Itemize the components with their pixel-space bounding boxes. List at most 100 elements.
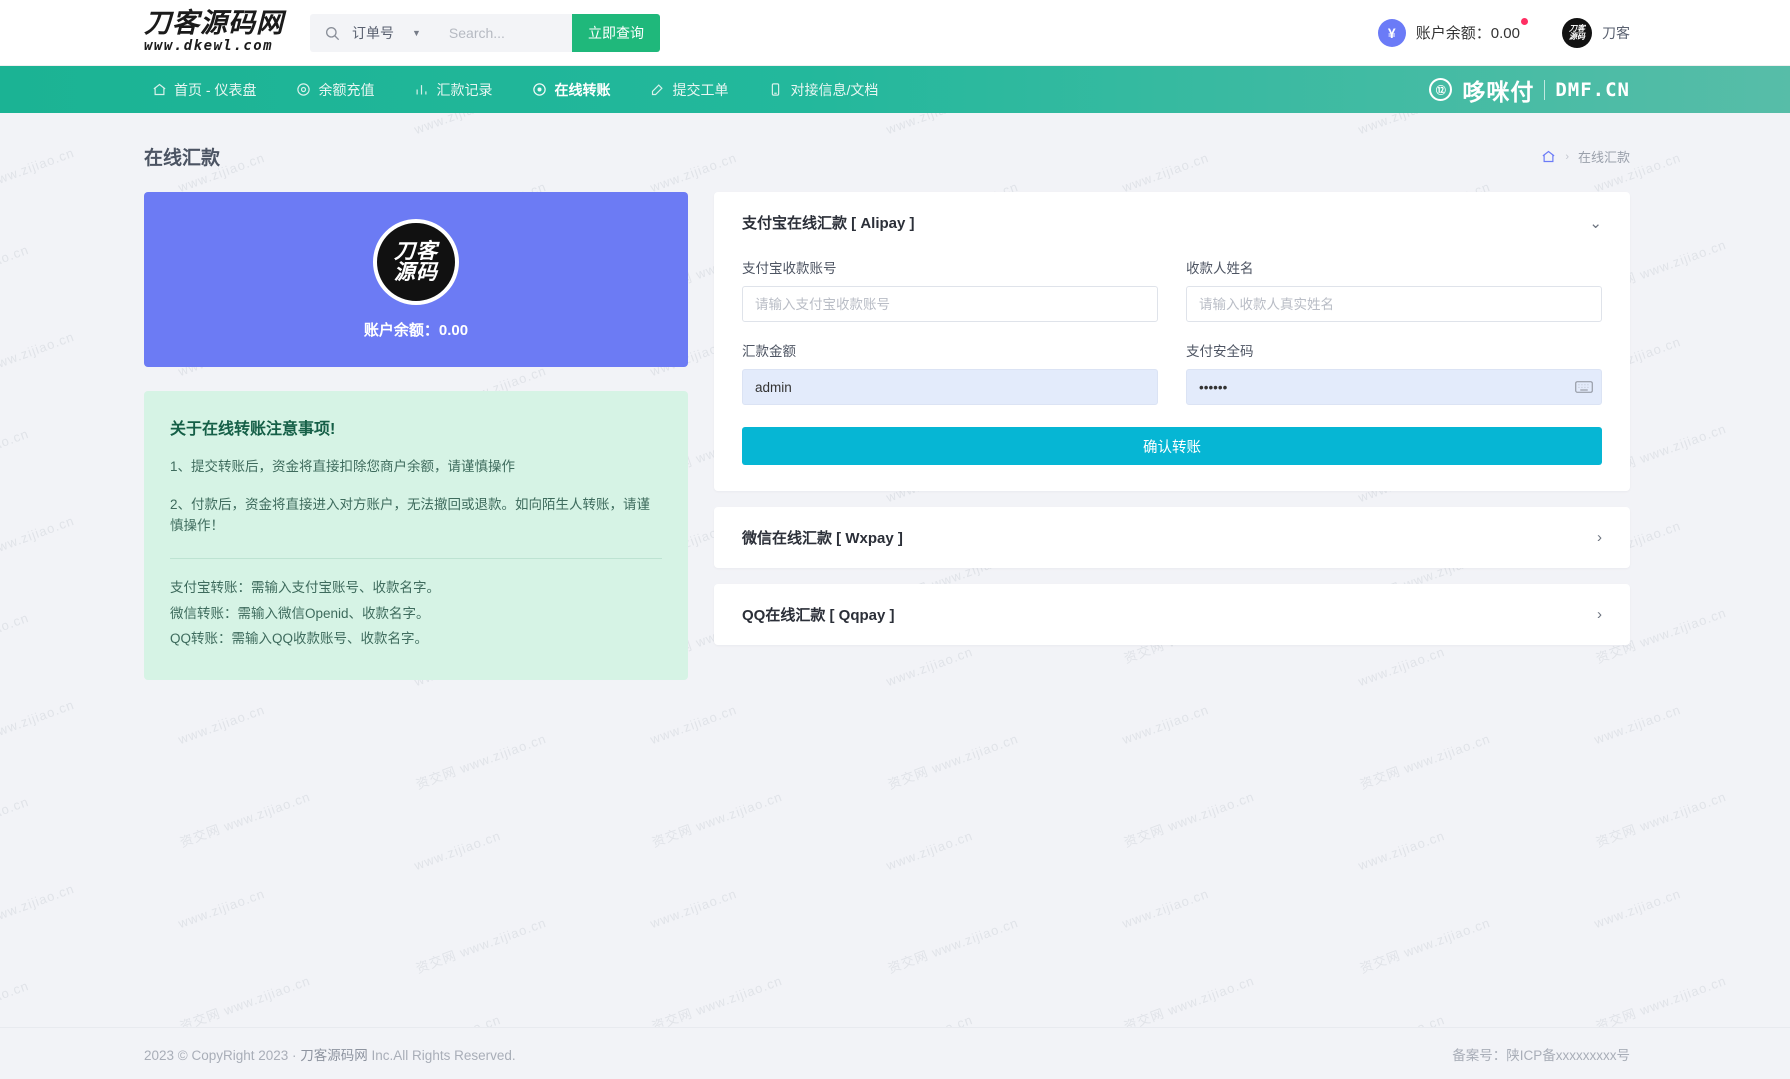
transfer-icon bbox=[533, 83, 547, 96]
search-input[interactable] bbox=[446, 23, 551, 42]
field-payee-name: 收款人姓名 bbox=[1186, 257, 1602, 322]
breadcrumb-separator: › bbox=[1565, 150, 1569, 163]
watermark-text: www.zijiao.cn bbox=[648, 701, 739, 748]
nav-item-docs[interactable]: 对接信息/文档 bbox=[748, 66, 898, 113]
alipay-form: 支付宝收款账号 收款人姓名 汇款金额 bbox=[742, 257, 1602, 423]
alipay-panel-body: 支付宝收款账号 收款人姓名 汇款金额 bbox=[714, 253, 1630, 491]
user-menu[interactable]: 刀客 源码 刀客 bbox=[1562, 17, 1630, 48]
chevron-right-icon[interactable]: › bbox=[1597, 606, 1602, 623]
footer-copyright: 2023 © CopyRight 2023 · 刀客源码网 Inc.All Ri… bbox=[144, 1044, 516, 1064]
watermark-text: www.zijiao.cn bbox=[0, 977, 31, 1024]
user-name-label: 刀客 bbox=[1602, 24, 1630, 41]
search-icon bbox=[326, 26, 340, 40]
account-balance-label: 账户余额：0.00 bbox=[1416, 18, 1528, 43]
watermark-text: 资交网 www.zijiao.cn bbox=[1593, 972, 1729, 1027]
notice-item-2: 2、付款后，资金将直接进入对方账户，无法撤回或退款。如向陌生人转账，请谨慎操作！ bbox=[170, 497, 651, 533]
edit-icon bbox=[652, 84, 664, 96]
balance-card-amount: 账户余额：0.00 bbox=[363, 322, 469, 339]
confirm-transfer-button[interactable]: 确认转账 bbox=[742, 427, 1602, 465]
watermark-text: www.zijiao.cn bbox=[0, 793, 31, 840]
nav-item-ticket[interactable]: 提交工单 bbox=[630, 66, 748, 113]
chevron-down-icon[interactable]: ⌄ bbox=[1589, 214, 1602, 232]
search-submit-button[interactable]: 立即查询 bbox=[572, 13, 660, 52]
watermark-text: www.zijiao.cn bbox=[1592, 885, 1683, 932]
watermark-text: 资交网 www.zijiao.cn bbox=[1121, 972, 1257, 1027]
brand-divider bbox=[1544, 79, 1546, 100]
nav-label-ticket: 提交工单 bbox=[672, 81, 729, 98]
watermark-text: www.zijiao.cn bbox=[1120, 701, 1211, 748]
qqpay-panel-header[interactable]: QQ在线汇款 [ Qqpay ] › bbox=[714, 584, 1630, 645]
watermark-text: www.zijiao.cn bbox=[176, 701, 267, 748]
chevron-down-icon[interactable]: ▼ bbox=[412, 28, 421, 38]
nav-item-records[interactable]: 汇款记录 bbox=[394, 66, 512, 113]
keyboard-icon[interactable] bbox=[1575, 380, 1593, 394]
site-logo-sub: www.dkewl.com bbox=[144, 37, 274, 54]
watermark-text: 资交网 www.zijiao.cn bbox=[0, 696, 77, 758]
footer-copyright-post: Inc.All Rights Reserved. bbox=[367, 1047, 516, 1063]
footer-copyright-brand[interactable]: 刀客源码网 bbox=[300, 1048, 368, 1063]
watermark-text: www.zijiao.cn bbox=[1356, 1012, 1447, 1027]
balance-card-logo-line2: 源码 bbox=[394, 260, 438, 284]
label-payee-name: 收款人姓名 bbox=[1186, 261, 1254, 276]
watermark-text: www.zijiao.cn bbox=[648, 885, 739, 932]
search-category-label[interactable]: 订单号 bbox=[352, 23, 394, 43]
breadcrumb-current: 在线汇款 bbox=[1577, 150, 1630, 165]
watermark-text: 资交网 www.zijiao.cn bbox=[1121, 788, 1257, 851]
watermark-text: 资交网 www.zijiao.cn bbox=[177, 972, 313, 1027]
home-icon bbox=[153, 83, 166, 96]
site-logo-main: 刀客源码网 bbox=[144, 7, 284, 39]
notice-item-1: 1、提交转账后，资金将直接扣除您商户余额，请谨慎操作 bbox=[170, 459, 516, 474]
balance-card-logo-line1: 刀客 bbox=[394, 239, 438, 263]
watermark-text: 资交网 www.zijiao.cn bbox=[413, 730, 549, 793]
watermark-text: 资交网 www.zijiao.cn bbox=[0, 880, 77, 942]
input-payee-name[interactable] bbox=[1186, 286, 1602, 322]
brand-name-cn: 哆咪付 bbox=[1462, 79, 1535, 106]
nav-item-list: 首页 - 仪表盘 余额充值 汇款记录 在线转账 提交工单 对接信息/文档 bbox=[144, 66, 898, 113]
site-logo[interactable]: 刀客源码网 www.dkewl.com bbox=[144, 10, 284, 55]
watermark-text: 资交网 www.zijiao.cn bbox=[885, 730, 1021, 793]
nav-item-dashboard[interactable]: 首页 - 仪表盘 bbox=[144, 66, 276, 113]
nav-label-docs: 对接信息/文档 bbox=[790, 81, 879, 98]
input-alipay-account[interactable] bbox=[742, 286, 1158, 322]
watermark-text: www.zijiao.cn bbox=[176, 885, 267, 932]
label-alipay-account: 支付宝收款账号 bbox=[742, 261, 837, 276]
notice-sub-qq: QQ转账：需输入QQ收款账号、收款名字。 bbox=[170, 631, 429, 647]
page-title: 在线汇款 bbox=[144, 148, 221, 169]
chevron-right-icon[interactable]: › bbox=[1597, 529, 1602, 546]
search-field[interactable]: 订单号 ▼ bbox=[310, 13, 572, 52]
wxpay-panel-header[interactable]: 微信在线汇款 [ Wxpay ] › bbox=[714, 507, 1630, 568]
notice-sub-alipay: 支付宝转账：需输入支付宝账号、收款名字。 bbox=[170, 579, 440, 595]
nav-item-online-transfer[interactable]: 在线转账 bbox=[512, 66, 630, 113]
input-transfer-amount[interactable] bbox=[742, 369, 1158, 405]
footer: 2023 © CopyRight 2023 · 刀客源码网 Inc.All Ri… bbox=[0, 1027, 1790, 1079]
yen-icon: ¥ bbox=[1377, 18, 1406, 47]
field-transfer-amount: 汇款金额 bbox=[742, 340, 1158, 405]
chart-icon bbox=[416, 85, 427, 95]
top-bar: 刀客源码网 www.dkewl.com 订单号 ▼ 立即查询 ¥ 账户余额：0.… bbox=[0, 0, 1790, 66]
main-navigation: 首页 - 仪表盘 余额充值 汇款记录 在线转账 提交工单 对接信息/文档 ⑫ 哆… bbox=[0, 66, 1790, 113]
alipay-panel-title: 支付宝在线汇款 [ Alipay ] bbox=[742, 215, 915, 232]
watermark-text: www.zijiao.cn bbox=[412, 1012, 503, 1027]
nav-label-recharge: 余额充值 bbox=[318, 81, 375, 98]
home-icon[interactable] bbox=[1541, 149, 1556, 164]
body-area: www.zijiao.cn 资交网 www.zijiao.cn www.zijiao… bbox=[0, 113, 1790, 1027]
balance-card: 刀客 源码 账户余额：0.00 bbox=[144, 192, 688, 367]
input-pay-security-code[interactable] bbox=[1186, 369, 1602, 405]
nav-label-dashboard: 首页 - 仪表盘 bbox=[174, 81, 257, 98]
account-balance-chip[interactable]: ¥ 账户余额：0.00 bbox=[1377, 18, 1528, 47]
watermark-text: www.zijiao.cn bbox=[884, 827, 975, 874]
qqpay-panel-title: QQ在线汇款 [ Qqpay ] bbox=[742, 607, 895, 624]
watermark-text: 资交网 www.zijiao.cn bbox=[413, 914, 549, 977]
search-bar: 订单号 ▼ 立即查询 bbox=[310, 13, 660, 52]
watermark-text: www.zijiao.cn bbox=[1592, 701, 1683, 748]
watermark-text: 资交网 www.zijiao.cn bbox=[177, 788, 313, 851]
alipay-panel-header[interactable]: 支付宝在线汇款 [ Alipay ] ⌄ bbox=[714, 192, 1630, 253]
watermark-text: www.zijiao.cn bbox=[1120, 885, 1211, 932]
watermark-text: 资交网 www.zijiao.cn bbox=[649, 788, 785, 851]
watermark-text: www.zijiao.cn bbox=[884, 1012, 975, 1027]
nav-label-records: 汇款记录 bbox=[436, 81, 493, 98]
nav-item-recharge[interactable]: 余额充值 bbox=[276, 66, 394, 113]
avatar: 刀客 源码 bbox=[1562, 17, 1592, 48]
notice-title: 关于在线转账注意事项! bbox=[170, 421, 336, 438]
coin-icon bbox=[297, 83, 311, 96]
